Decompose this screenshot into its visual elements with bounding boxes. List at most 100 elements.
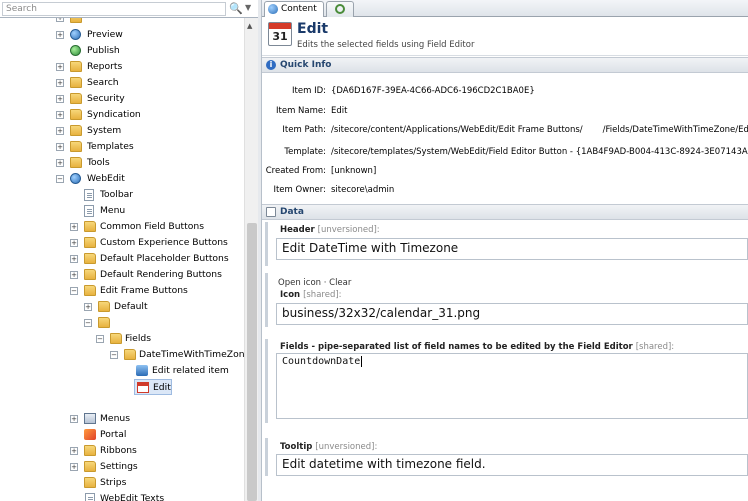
header-field-label: Header [unversioned]: (280, 225, 380, 235)
expand-toggle[interactable]: + (70, 447, 78, 455)
content-tree: + + Preview Publish + Reports + Search + (0, 18, 244, 501)
expand-toggle[interactable]: + (56, 95, 64, 103)
item-name-value: Edit (331, 106, 348, 116)
tree-item-label: Common Field Buttons (100, 221, 204, 232)
icon-links[interactable]: Open icon · Clear (278, 278, 351, 288)
calendar-icon (137, 382, 149, 393)
folder-icon (70, 77, 82, 88)
expand-toggle[interactable]: + (70, 223, 78, 231)
header-input[interactable]: Edit DateTime with Timezone (276, 238, 748, 260)
content-icon (268, 4, 278, 14)
item-owner-value: sitecore\admin (331, 185, 395, 195)
document-icon (84, 189, 94, 201)
tree-item-edit[interactable]: Edit (134, 379, 172, 395)
folder-icon (70, 125, 82, 136)
search-bar: Search 🔍 ▼ (0, 0, 258, 18)
folder-icon (84, 445, 96, 456)
expand-toggle[interactable]: + (70, 463, 78, 471)
menu-icon (84, 413, 96, 424)
field-group-bar (265, 339, 268, 423)
folder-icon (84, 221, 96, 232)
tree-scrollbar[interactable]: ▲ (244, 18, 258, 501)
content-tree-pane: Search 🔍 ▼ + + Preview Publish + Reports… (0, 0, 258, 501)
expand-toggle[interactable]: + (56, 159, 64, 167)
data-icon (266, 207, 276, 217)
scroll-up-icon[interactable]: ▲ (247, 22, 252, 30)
document-icon (85, 493, 95, 501)
item-title: Edit (297, 21, 329, 37)
expand-toggle[interactable]: + (56, 127, 64, 135)
template-value[interactable]: /sitecore/templates/System/WebEdit/Field… (331, 147, 748, 157)
quick-info-section-header[interactable]: i Quick Info (262, 57, 748, 73)
expand-toggle[interactable]: + (70, 255, 78, 263)
template-label: Template: (284, 147, 326, 157)
tree-item-label: Reports (87, 61, 123, 72)
folder-icon (84, 269, 96, 280)
calendar-icon: 31 (268, 22, 292, 46)
created-from-value: [unknown] (331, 166, 377, 176)
folder-icon (70, 109, 82, 120)
document-icon (84, 205, 94, 217)
collapse-toggle[interactable]: − (96, 335, 104, 343)
folder-icon (110, 333, 122, 344)
portal-icon (84, 429, 96, 440)
tree-item-label: Tools (87, 157, 110, 168)
created-from-label: Created From: (265, 166, 326, 176)
item-owner-label: Item Owner: (273, 185, 326, 195)
item-id-value: {DA6D167F-39EA-4C66-ADC6-196CD2C1BA0E} (331, 86, 535, 96)
expand-toggle[interactable]: + (56, 31, 64, 39)
tree-item-label: WebEdit (87, 173, 125, 184)
tree-item-label: Edit (153, 382, 171, 393)
tree-item-label: Default Rendering Buttons (100, 269, 222, 280)
folder-icon (84, 461, 96, 472)
expand-toggle[interactable]: + (70, 271, 78, 279)
folder-icon (124, 349, 136, 360)
tree-item-label: DateTimeWithTimeZone (139, 349, 244, 360)
expand-toggle[interactable]: + (70, 415, 78, 423)
data-section-header[interactable]: Data (262, 204, 748, 220)
scrollbar-thumb[interactable] (247, 223, 257, 501)
search-icon[interactable]: 🔍 (229, 2, 243, 15)
expand-toggle[interactable]: + (56, 79, 64, 87)
tab-content[interactable]: Content (264, 1, 324, 17)
tree-item-label: Edit related item (152, 365, 229, 376)
edit-related-icon (136, 365, 148, 376)
expand-toggle[interactable]: + (84, 303, 92, 311)
icon-input[interactable]: business/32x32/calendar_31.png (276, 303, 748, 325)
fields-textarea[interactable]: CountdownDate (276, 353, 748, 419)
field-group-bar (265, 438, 268, 476)
publish-icon (70, 45, 81, 56)
section-title: Data (280, 207, 304, 217)
text-caret (361, 355, 363, 367)
collapse-toggle[interactable]: − (84, 319, 92, 327)
expand-toggle[interactable]: + (56, 111, 64, 119)
folder-icon (98, 317, 110, 328)
tree-item-label: Edit Frame Buttons (100, 285, 188, 296)
tooltip-input[interactable]: Edit datetime with timezone field. (276, 454, 748, 476)
tree-item-label: Search (87, 77, 119, 88)
item-id-label: Item ID: (292, 86, 326, 96)
tree-item-label: Portal (100, 429, 127, 440)
tab-search[interactable] (326, 1, 354, 17)
search-input[interactable]: Search (2, 2, 226, 16)
expand-toggle[interactable]: + (56, 143, 64, 151)
tree-item-label: WebEdit Texts (100, 493, 165, 501)
tree-item-label: Ribbons (100, 445, 137, 456)
expand-toggle[interactable]: + (70, 239, 78, 247)
item-path-label: Item Path: (282, 125, 326, 135)
tree-item-label: Syndication (87, 109, 141, 120)
tab-label: Content (281, 4, 317, 14)
collapse-toggle[interactable]: − (70, 287, 78, 295)
icon-field-label: Icon [shared]: (280, 290, 342, 300)
collapse-toggle[interactable]: − (110, 351, 118, 359)
tree-item-label: Publish (87, 45, 120, 56)
expand-toggle[interactable]: + (56, 63, 64, 71)
tree-item-label: Strips (100, 477, 127, 488)
collapse-toggle[interactable]: − (56, 175, 64, 183)
tree-item-label: Templates (87, 141, 134, 152)
item-name-label: Item Name: (276, 106, 326, 116)
chevron-down-icon[interactable]: ▼ (245, 3, 251, 12)
tree-item-label: Default Placeholder Buttons (100, 253, 229, 264)
tree-item-label: Default (114, 301, 148, 312)
folder-icon (84, 285, 96, 296)
